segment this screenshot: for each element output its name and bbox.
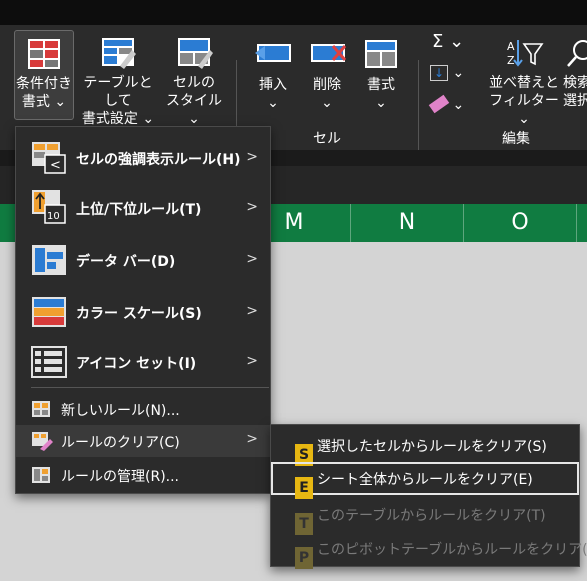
menu-item-top-bottom-rules[interactable]: 10 上位/下位ルール(T) > — [16, 185, 270, 231]
find-select-label-2: 選択 — [563, 93, 587, 109]
chevron-right-icon: > — [246, 199, 258, 215]
menu-label: カラー スケール(S) — [76, 306, 202, 322]
clear-button[interactable]: ⌄ — [428, 94, 465, 114]
format-as-table-icon — [102, 38, 136, 69]
ribbon-separator — [418, 60, 419, 160]
column-header-o[interactable]: O — [464, 204, 577, 242]
format-as-table-button[interactable]: テーブルとして 書式設定 ⌄ — [78, 30, 158, 127]
title-bar — [0, 0, 587, 25]
insert-label: 挿入 — [259, 77, 287, 93]
menu-label: 上位/下位ルール(T) — [76, 202, 202, 218]
clear-rules-icon — [32, 432, 53, 451]
icon-sets-icon — [31, 346, 67, 378]
sort-filter-button[interactable]: A Z 並べ替えと フィルター ⌄ — [486, 30, 562, 127]
menu-label: データ バー(D) — [76, 254, 176, 270]
data-bars-icon — [32, 245, 66, 275]
chevron-right-icon: > — [246, 251, 258, 267]
conditional-format-label-1: 条件付き — [16, 76, 72, 92]
delete-icon — [311, 44, 347, 62]
chevron-right-icon: > — [246, 149, 258, 165]
delete-label: 削除 — [313, 77, 341, 93]
menu-item-new-rule[interactable]: 新しいルール(N)... — [16, 393, 270, 425]
submenu-label: このピボットテーブルからルールをクリア(P) — [317, 542, 587, 558]
clear-rules-submenu: S 選択したセルからルールをクリア(S) E シート全体からルールをクリア(E)… — [270, 424, 587, 569]
cell-styles-label-2: スタイル ⌄ — [166, 93, 222, 127]
menu-label: 新しいルール(N)... — [61, 403, 180, 419]
find-select-button[interactable]: 検索 選択 — [563, 30, 587, 118]
submenu-item-clear-pivot: P このピボットテーブルからルールをクリア(P) — [271, 532, 587, 569]
submenu-item-clear-table: T このテーブルからルールをクリア(T) — [271, 498, 579, 535]
autosum-button[interactable]: Σ ⌄ — [432, 31, 464, 52]
format-label: 書式 — [367, 77, 395, 93]
conditional-format-icon — [28, 39, 60, 69]
column-header-n[interactable]: N — [351, 204, 464, 242]
submenu-label: 選択したセルからルールをクリア(S) — [317, 439, 547, 455]
clear-chevron: ⌄ — [452, 97, 465, 113]
fill-button[interactable]: ↓ ⌄ — [430, 65, 464, 81]
chevron-right-icon: > — [246, 431, 258, 447]
manage-rules-icon — [32, 467, 50, 483]
delete-chevron: ⌄ — [321, 95, 333, 111]
menu-label: ルールの管理(R)... — [61, 469, 180, 485]
find-select-label-1: 検索 — [563, 75, 587, 91]
cell-styles-label-1: セルの — [173, 75, 215, 91]
delete-button[interactable]: 削除 ⌄ — [302, 30, 352, 118]
menu-item-highlight-rules[interactable]: < セルの強調表示ルール(H) > — [16, 135, 270, 181]
cells-group-label: セル — [313, 131, 341, 147]
magnifier-icon — [567, 40, 587, 67]
svg-text:10: 10 — [47, 211, 60, 222]
chevron-right-icon: > — [246, 303, 258, 319]
format-chevron: ⌄ — [375, 95, 387, 111]
format-as-table-label-1: テーブルとして — [83, 75, 153, 109]
conditional-format-label-2: 書式 ⌄ — [21, 94, 67, 110]
sort-filter-label-1: 並べ替えと — [489, 75, 559, 91]
chevron-right-icon: > — [246, 353, 258, 369]
submenu-item-clear-sheet[interactable]: E シート全体からルールをクリア(E) — [271, 462, 579, 499]
format-button[interactable]: 書式 ⌄ — [356, 30, 406, 118]
menu-label: アイコン セット(I) — [76, 356, 197, 372]
format-icon — [365, 40, 397, 68]
highlight-rules-icon: < — [32, 142, 66, 174]
menu-label: ルールのクリア(C) — [61, 435, 180, 451]
menu-item-clear-rules[interactable]: ルールのクリア(C) > — [16, 425, 270, 457]
keytip-e: E — [295, 477, 313, 499]
keytip-p: P — [295, 547, 313, 569]
conditional-format-menu: < セルの強調表示ルール(H) > 10 上位/下位ルール(T) > データ バ… — [15, 126, 271, 494]
conditional-format-button[interactable]: 条件付き 書式 ⌄ — [14, 30, 74, 120]
insert-icon — [255, 44, 291, 62]
color-scales-icon — [32, 297, 66, 327]
insert-button[interactable]: 挿入 ⌄ — [248, 30, 298, 118]
menu-separator — [31, 387, 269, 388]
sort-filter-icon: A Z — [507, 40, 544, 67]
cell-styles-icon — [178, 38, 213, 69]
menu-item-data-bars[interactable]: データ バー(D) > — [16, 237, 270, 283]
menu-label: セルの強調表示ルール(H) — [76, 152, 241, 168]
submenu-item-clear-selected[interactable]: S 選択したセルからルールをクリア(S) — [271, 429, 579, 466]
svg-text:A: A — [507, 40, 515, 53]
sort-filter-label-2: フィルター ⌄ — [489, 93, 559, 127]
insert-chevron: ⌄ — [267, 95, 279, 111]
new-rule-icon — [32, 401, 50, 417]
eraser-icon — [428, 94, 450, 114]
menu-item-icon-sets[interactable]: アイコン セット(I) > — [16, 339, 270, 385]
submenu-label: シート全体からルールをクリア(E) — [317, 472, 533, 488]
submenu-label: このテーブルからルールをクリア(T) — [317, 508, 546, 524]
menu-item-manage-rules[interactable]: ルールの管理(R)... — [16, 459, 270, 491]
menu-item-color-scales[interactable]: カラー スケール(S) > — [16, 289, 270, 335]
fill-down-icon: ↓ — [430, 65, 448, 81]
editing-group-label: 編集 — [502, 131, 530, 147]
svg-text:<: < — [50, 158, 61, 173]
top-bottom-rules-icon: 10 — [32, 190, 66, 224]
fill-chevron: ⌄ — [452, 65, 465, 81]
cell-styles-button[interactable]: セルの スタイル ⌄ — [160, 30, 228, 127]
